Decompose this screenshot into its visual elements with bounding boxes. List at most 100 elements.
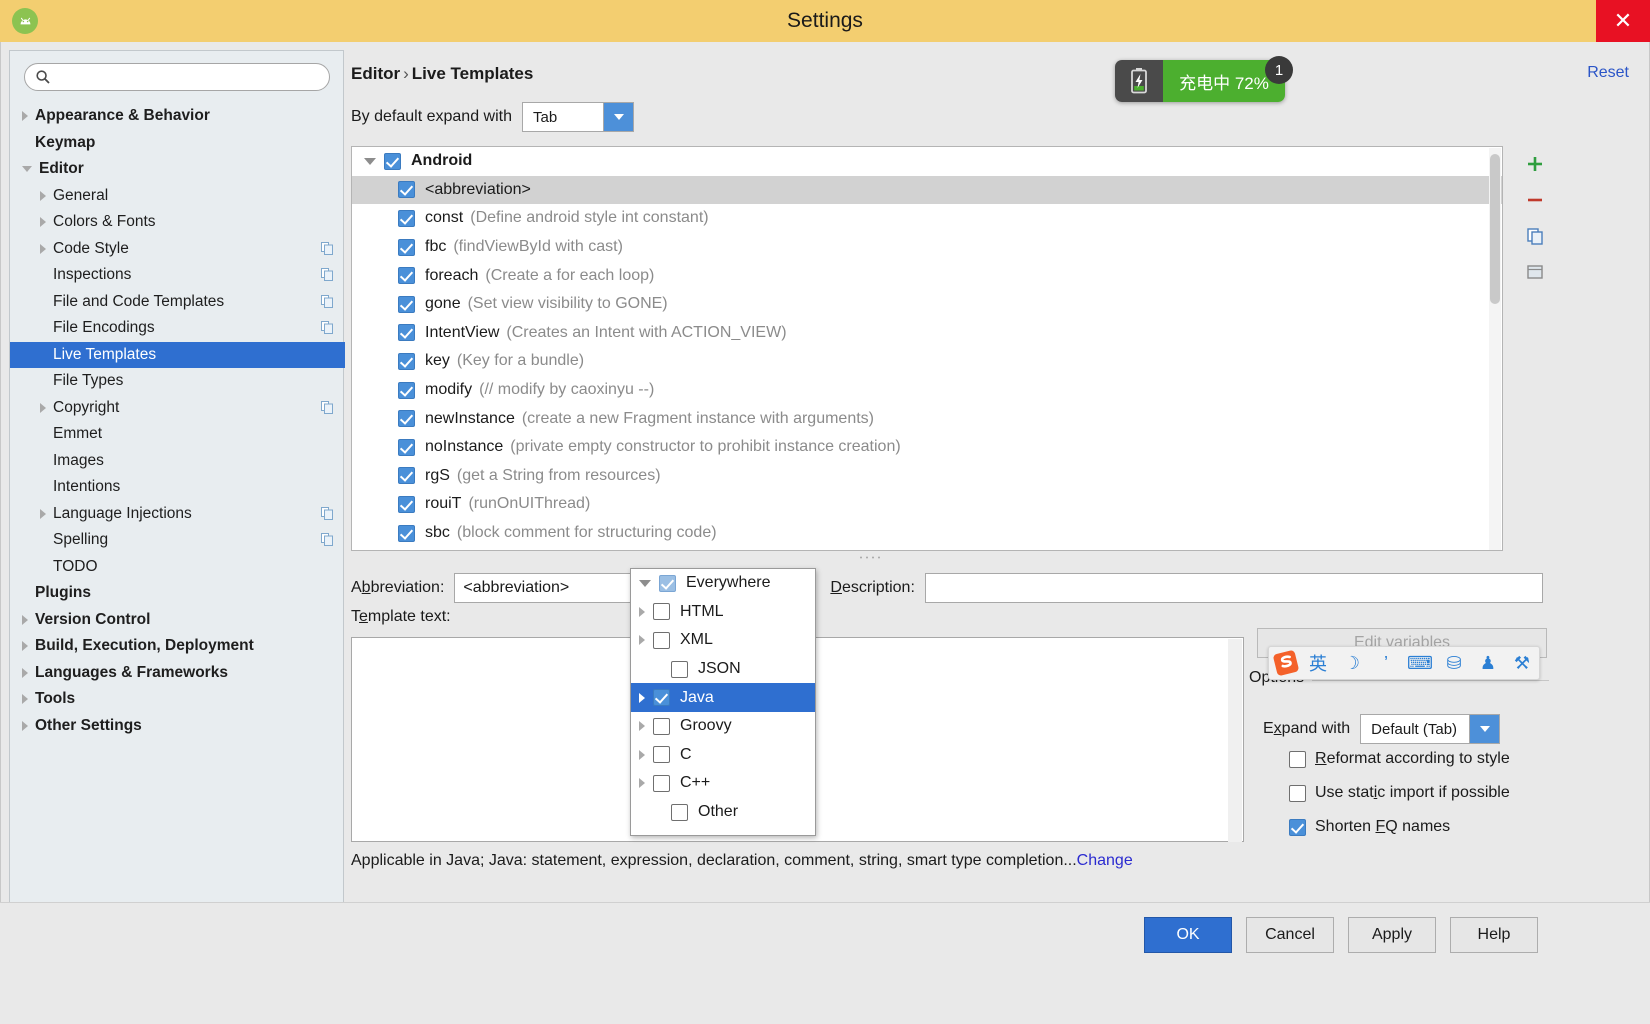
help-button[interactable]: Help [1450,917,1538,953]
chevron-right-icon[interactable] [40,190,46,201]
chevron-down-icon[interactable] [603,103,633,131]
splitter-handle[interactable] [851,553,891,561]
chevron-right-icon[interactable] [639,606,645,617]
template-checkbox[interactable] [398,495,415,513]
chevron-right-icon[interactable] [22,641,28,652]
template-checkbox[interactable] [398,295,415,313]
template-checkbox[interactable] [398,181,415,199]
chevron-down-icon[interactable] [1469,715,1500,743]
list-scrollbar[interactable] [1489,148,1501,550]
sidebar-item-emmet[interactable]: Emmet [10,421,345,448]
option-checkbox[interactable] [1289,784,1306,802]
sidebar-item-file-types[interactable]: File Types [10,368,345,395]
close-icon[interactable]: ✕ [1596,0,1650,42]
copy-icon[interactable] [1513,218,1557,254]
template-checkbox[interactable] [398,238,415,256]
minus-icon[interactable] [1513,182,1557,218]
copy-settings-icon[interactable] [321,294,333,308]
template-text-scrollbar[interactable] [1228,639,1242,842]
group-checkbox[interactable] [384,152,401,170]
template-row[interactable]: <abbreviation> [352,175,1502,205]
punctuation-icon[interactable]: ’ [1369,653,1403,674]
language-option-row[interactable]: Java [631,683,815,712]
language-option-row[interactable]: HTML [631,598,815,627]
sidebar-item-tools[interactable]: Tools [10,686,345,713]
copy-settings-icon[interactable] [321,268,333,281]
language-checkbox[interactable] [653,689,670,707]
chevron-right-icon[interactable] [22,614,28,625]
hat-icon[interactable]: ♟ [1471,653,1505,674]
sidebar-item-version-control[interactable]: Version Control [10,607,345,634]
language-option-row[interactable]: C [631,741,815,770]
chevron-right-icon[interactable] [22,720,28,731]
chevron-right-icon[interactable] [40,402,46,413]
template-row[interactable]: gone (Set view visibility to GONE) [352,290,1502,319]
language-checkbox[interactable] [671,803,688,821]
template-checkbox[interactable] [398,410,415,428]
reset-link[interactable]: Reset [1587,64,1629,82]
expand-with-combo[interactable]: Default (Tab) [1360,714,1501,744]
template-checkbox[interactable] [398,267,415,285]
sidebar-item-general[interactable]: General [10,183,345,210]
default-expand-combo[interactable]: Tab [522,102,634,132]
chevron-down-icon[interactable] [364,157,376,165]
language-option-row[interactable]: Everywhere [631,569,815,598]
copy-settings-icon[interactable] [321,533,333,546]
description-input[interactable] [924,573,1543,603]
sidebar-item-editor[interactable]: Editor [10,156,345,183]
sidebar-item-appearance-behavior[interactable]: Appearance & Behavior [10,103,345,130]
chevron-right-icon[interactable] [22,111,28,122]
chevron-right-icon[interactable] [639,635,645,646]
apply-button[interactable]: Apply [1348,917,1436,953]
copy-settings-icon[interactable] [321,400,333,414]
wrench-icon[interactable]: ⚒ [1505,653,1539,674]
copy-settings-icon[interactable] [321,321,333,334]
language-checkbox[interactable] [653,631,670,649]
sidebar-item-inspections[interactable]: Inspections [10,262,345,289]
template-checkbox[interactable] [398,381,415,399]
sidebar-item-spelling[interactable]: Spelling [10,527,345,554]
chevron-right-icon[interactable] [40,217,46,228]
template-row[interactable]: key (Key for a bundle) [352,347,1502,376]
sidebar-item-copyright[interactable]: Copyright [10,395,345,422]
sidebar-item-plugins[interactable]: Plugins [10,580,345,607]
chevron-right-icon[interactable] [22,694,28,705]
template-row[interactable]: sbc (block comment for structuring code) [352,519,1502,548]
chevron-right-icon[interactable] [639,692,645,703]
language-checkbox[interactable] [653,746,670,764]
sidebar-item-languages-frameworks[interactable]: Languages & Frameworks [10,660,345,687]
plus-icon[interactable] [1513,146,1557,182]
template-checkbox[interactable] [398,438,415,456]
template-row[interactable]: foreach (Create a for each loop) [352,261,1502,290]
chevron-right-icon[interactable] [639,721,645,732]
template-row[interactable]: rgS (get a String from resources) [352,462,1502,491]
sidebar-item-build-execution-deployment[interactable]: Build, Execution, Deployment [10,633,345,660]
chevron-right-icon[interactable] [40,508,46,519]
language-context-popup[interactable]: Everywhere HTML XML JSON Java Groovy C C++ Other [630,568,816,836]
template-checkbox[interactable] [398,324,415,342]
search-input[interactable] [57,68,317,86]
chevron-right-icon[interactable] [22,667,28,678]
live-templates-list[interactable]: Android <abbreviation> const (Define androi… [351,146,1503,551]
template-row[interactable]: rouiT (runOnUIThread) [352,490,1502,519]
template-row[interactable]: modify (// modify by caoxinyu --) [352,376,1502,405]
template-group-row[interactable]: Android [352,147,1502,176]
template-row[interactable]: newInstance (create a new Fragment instan… [352,404,1502,433]
sidebar-item-code-style[interactable]: Code Style [10,236,345,263]
list-scrollbar-thumb[interactable] [1490,154,1500,304]
option-checkbox[interactable] [1289,818,1306,836]
soft-keyboard-icon[interactable]: ⌨ [1403,653,1437,674]
template-row[interactable]: fbc (findViewById with cast) [352,233,1502,262]
user-toolbox-icon[interactable]: ⛁ [1437,653,1471,674]
sidebar-item-colors-fonts[interactable]: Colors & Fonts [10,209,345,236]
language-option-row[interactable]: C++ [631,769,815,798]
chevron-down-icon[interactable] [22,166,32,173]
option-checkbox[interactable] [1289,750,1306,768]
sidebar-item-live-templates[interactable]: Live Templates [10,341,345,368]
ok-button[interactable]: OK [1144,917,1232,953]
template-checkbox[interactable] [398,524,415,542]
chevron-right-icon[interactable] [639,749,645,760]
language-checkbox[interactable] [653,774,670,792]
sidebar-item-language-injections[interactable]: Language Injections [10,501,345,528]
template-checkbox[interactable] [398,467,415,485]
